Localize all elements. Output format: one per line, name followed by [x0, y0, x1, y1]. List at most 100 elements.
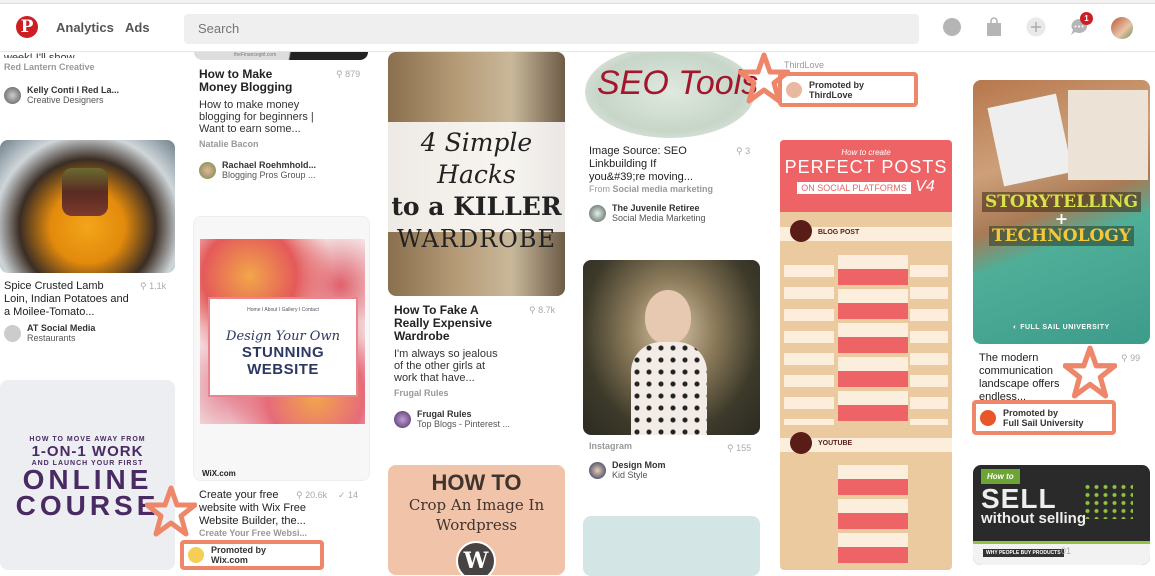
fullsail-logo: [980, 409, 996, 426]
wardrobe-line: to a KILLER: [391, 192, 562, 221]
pin-source[interactable]: From Social media marketing: [589, 184, 713, 194]
shopping-bag-icon[interactable]: [984, 17, 1004, 37]
pin-image-sell[interactable]: How to SELL without selling WHY PEOPLE B…: [973, 465, 1150, 565]
pin-user[interactable]: The Juvenile Retiree Social Media Marketi…: [589, 203, 706, 223]
infographic-section: BLOG POST: [818, 229, 860, 236]
sell-footer: WHY PEOPLE BUY PRODUCTS 01: [973, 541, 1150, 565]
pin-user[interactable]: Design Mom Kid Style: [589, 460, 666, 480]
pin-user[interactable]: Kelly Conti I Red La... Creative Designer…: [4, 85, 119, 105]
promoted-label-highlight[interactable]: Promoted by Full Sail University: [972, 400, 1116, 435]
save-count-value: 3: [745, 146, 751, 156]
girl-dress: [631, 342, 707, 435]
pin-image-online-course[interactable]: HOW TO MOVE AWAY FROM 1-ON-1 WORK AND LA…: [0, 380, 175, 570]
pin-description-clipped: week! I'll show...: [4, 52, 84, 58]
save-count: ⚲ 3: [736, 146, 751, 156]
infographic-header: How to create PERFECT POSTS ON SOCIAL PL…: [780, 140, 952, 212]
image-caption: theFinancegirl.com: [234, 52, 277, 58]
storytelling-plus: +: [1054, 209, 1069, 228]
pin-user[interactable]: AT Social Media Restaurants: [4, 323, 95, 343]
pin-source[interactable]: Instagram: [589, 441, 632, 451]
promoted-label-highlight[interactable]: Promoted by ThirdLove: [778, 72, 918, 107]
promoted-label-highlight[interactable]: Promoted by Wix.com: [180, 540, 324, 570]
lamb-food: [62, 168, 108, 216]
infographic-section: YOUTUBE: [818, 440, 853, 447]
pin-image-girl[interactable]: [583, 260, 760, 435]
wix-frame: Home I About I Gallery I Contact Design …: [208, 297, 358, 397]
infographic-script: How to create: [841, 148, 891, 157]
pin-source[interactable]: Create Your Free Websi...: [199, 528, 307, 538]
save-count-value: 20.6k: [305, 490, 328, 500]
compass-icon[interactable]: [942, 17, 962, 37]
promoter-name: ThirdLove: [809, 89, 853, 100]
promoter-name: Wix.com: [211, 555, 248, 565]
pin-image-seo-tools[interactable]: SEO Tools: [583, 52, 760, 138]
youtube-icon: [790, 432, 812, 454]
star-annotation-icon: [145, 485, 197, 537]
pin-image-lamb[interactable]: [0, 140, 175, 273]
course-line: HOW TO MOVE AWAY FROM: [29, 436, 146, 443]
source-prefix: From: [589, 184, 610, 194]
promoted-text: Promoted by: [1003, 407, 1059, 418]
infographic-left: [784, 265, 834, 425]
wardrobe-text: 4 Simple Hacks to a KILLER WARDROBE: [388, 127, 565, 255]
nav-ads[interactable]: Ads: [125, 20, 150, 35]
pin-image-wix[interactable]: Home I About I Gallery I Contact Design …: [193, 216, 370, 481]
pin-image-storytelling[interactable]: STORYTELLING + TECHNOLOGY ◐ FULL SAIL UN…: [973, 80, 1150, 344]
pin-source[interactable]: Frugal Rules: [394, 388, 449, 398]
pin-title[interactable]: How to Make Money Blogging: [199, 68, 309, 94]
infographic-right: [910, 265, 948, 425]
wordpress-line: HOW TO: [431, 470, 522, 495]
pin-user[interactable]: Rachael Roehmhold... Blogging Pros Group …: [199, 160, 316, 180]
save-count: ⚲ 8.7k: [529, 305, 556, 315]
pin-description: I'm always so jealous of the other girls…: [394, 348, 498, 384]
fullsail-brand: ◐ FULL SAIL UNIVERSITY: [1013, 324, 1110, 331]
infographic-version: V4: [915, 178, 935, 195]
pin-image-infographic[interactable]: How to create PERFECT POSTS ON SOCIAL PL…: [780, 140, 952, 570]
search-input[interactable]: [184, 14, 919, 44]
pin-source[interactable]: Natalie Bacon: [199, 139, 259, 149]
wardrobe-line: 4 Simple Hacks: [420, 128, 533, 189]
pin-image-wardrobe[interactable]: 4 Simple Hacks to a KILLER WARDROBE: [388, 52, 565, 296]
pin-image-wordpress[interactable]: HOW TO Crop An Image In Wordpress W: [388, 465, 565, 575]
pin-user[interactable]: Frugal Rules Top Blogs - Pinterest ...: [394, 409, 510, 429]
user-name: Kelly Conti I Red La...: [27, 85, 120, 95]
fullsail-brand-text: FULL SAIL UNIVERSITY: [1020, 324, 1110, 331]
plus-icon[interactable]: [1026, 17, 1046, 37]
profile-avatar[interactable]: [1111, 17, 1133, 39]
top-navigation-bar: P Analytics Ads 1: [0, 4, 1155, 52]
pin-title[interactable]: Spice Crusted Lamb Loin, Indian Potatoes…: [4, 280, 129, 319]
user-avatar: [4, 86, 21, 104]
promoted-text: Promoted by: [809, 79, 865, 90]
polaroid-photo: [987, 93, 1073, 187]
save-count-value: 1.1k: [149, 281, 167, 291]
pin-title[interactable]: Image Source: SEO Linkbuilding If you&#3…: [589, 145, 699, 184]
pin-source[interactable]: Red Lantern Creative: [4, 62, 95, 72]
infographic-headline: PERFECT POSTS: [784, 157, 948, 177]
star-annotation-icon: [738, 52, 790, 104]
infographic-body-2: [838, 465, 908, 565]
nav-analytics[interactable]: Analytics: [56, 20, 114, 35]
pin-title[interactable]: Create your free website with Wix Free W…: [199, 489, 309, 528]
user-avatar: [589, 204, 606, 222]
pin-title[interactable]: The modern communication landscape offer…: [979, 352, 1074, 404]
pin-source[interactable]: ThirdLove: [784, 60, 824, 70]
wordpress-logo-icon: W: [456, 541, 496, 575]
wix-nav: Home I About I Gallery I Contact: [247, 307, 319, 313]
money-decoration: [1083, 483, 1133, 519]
girl-head: [645, 290, 691, 344]
user-avatar: [394, 410, 411, 428]
pin-title[interactable]: How To Fake A Really Expensive Wardrobe: [394, 304, 504, 343]
blog-post-icon: [790, 220, 812, 242]
pinterest-logo[interactable]: P: [16, 16, 38, 38]
save-count: ⚲ 155: [727, 443, 752, 453]
pin-image-teal[interactable]: [583, 516, 760, 576]
user-name: Frugal Rules: [417, 409, 472, 419]
wordpress-text: HOW TO Crop An Image In Wordpress: [388, 471, 565, 535]
star-annotation-icon: [1063, 345, 1117, 399]
sell-tag: How to: [981, 469, 1020, 484]
save-count-value: 8.7k: [538, 305, 556, 315]
storytelling-text: STORYTELLING + TECHNOLOGY: [973, 192, 1150, 246]
save-count: ⚲ 20.6k: [296, 490, 328, 500]
user-name: Rachael Roehmhold...: [222, 160, 317, 170]
source-name: Social media marketing: [612, 184, 714, 194]
